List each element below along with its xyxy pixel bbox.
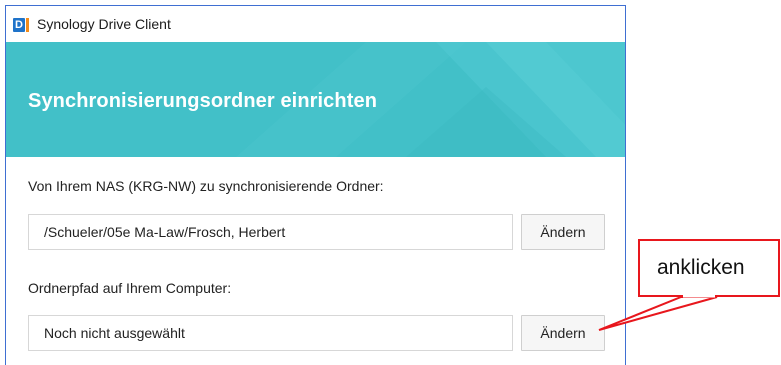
page-title: Synchronisierungsordner einrichten (28, 90, 378, 112)
screenshot-stage: D Synology Drive Client Synchronisierung… (0, 0, 781, 365)
nas-folder-path-field[interactable]: /Schueler/05e Ma-Law/Frosch, Herbert (28, 214, 513, 250)
nas-folder-label: Von Ihrem NAS (KRG-NW) zu synchronisiere… (28, 178, 384, 194)
synology-drive-client-window: D Synology Drive Client Synchronisierung… (5, 5, 626, 365)
window-title: Synology Drive Client (37, 16, 171, 32)
change-nas-folder-button[interactable]: Ändern (521, 214, 605, 250)
app-logo-letter: D (13, 18, 25, 32)
synology-drive-icon: D (13, 17, 32, 33)
callout-text: anklicken (657, 256, 745, 279)
local-folder-path-field[interactable]: Noch nicht ausgewählt (28, 315, 513, 351)
app-logo-accent (26, 18, 29, 32)
title-bar: D Synology Drive Client (6, 6, 625, 42)
local-folder-label: Ordnerpfad auf Ihrem Computer: (28, 280, 232, 296)
header-banner: Synchronisierungsordner einrichten (6, 42, 625, 157)
change-local-folder-button[interactable]: Ändern (521, 315, 605, 351)
